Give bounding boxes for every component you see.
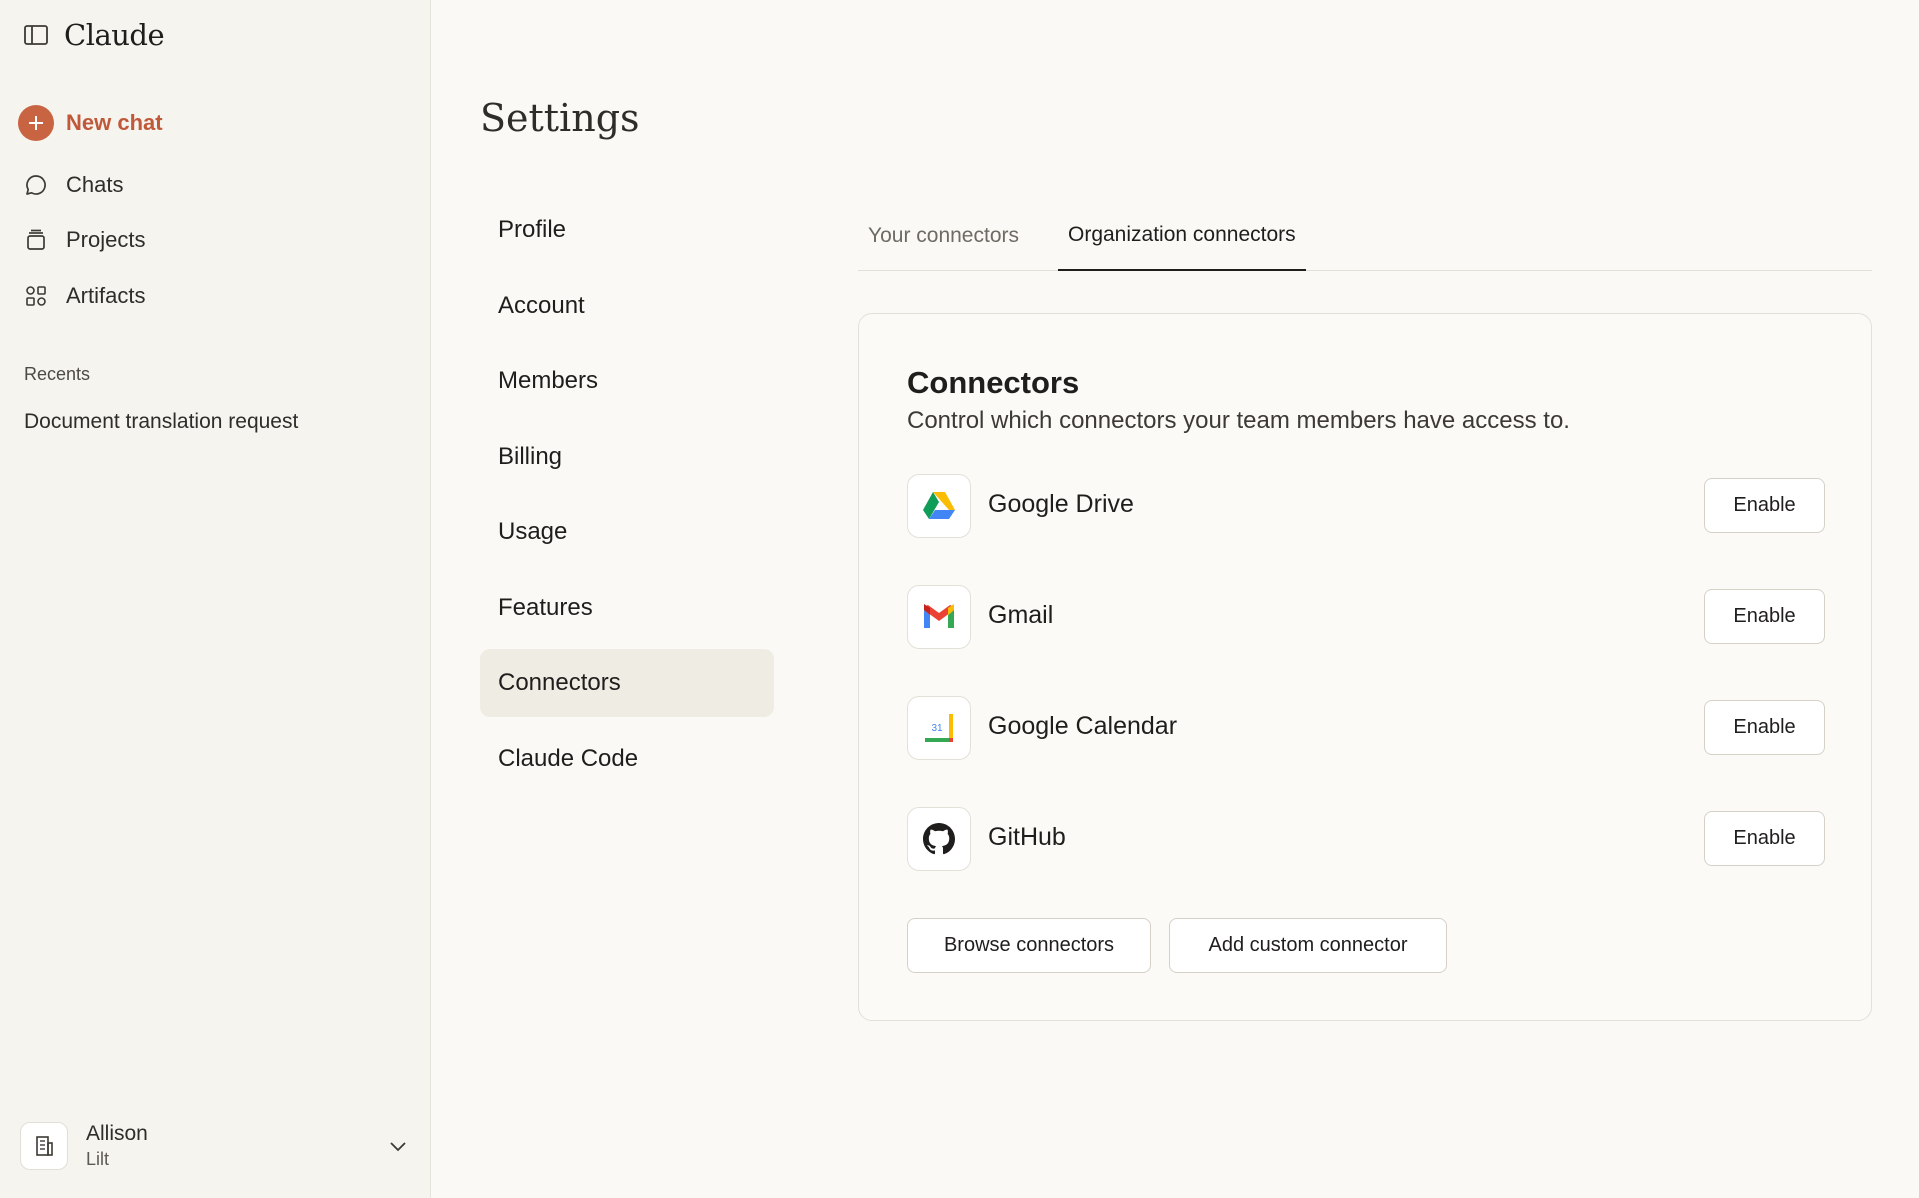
sidebar-toggle-icon[interactable] bbox=[22, 21, 50, 49]
plus-icon bbox=[18, 105, 54, 141]
enable-gmail-button[interactable]: Enable bbox=[1704, 589, 1825, 644]
connector-name: Google Drive bbox=[988, 490, 1134, 518]
sidebar-item-projects[interactable]: Projects bbox=[18, 218, 157, 262]
page-title: Settings bbox=[480, 96, 640, 140]
artifacts-shapes-icon bbox=[18, 278, 54, 314]
app-logo[interactable]: Claude bbox=[64, 18, 165, 52]
settings-nav-usage[interactable]: Usage bbox=[480, 498, 774, 566]
tab-organization-connectors[interactable]: Organization connectors bbox=[1058, 200, 1306, 271]
card-subtitle: Control which connectors your team membe… bbox=[907, 407, 1570, 434]
settings-nav-claude-code[interactable]: Claude Code bbox=[480, 725, 774, 793]
settings-nav-profile[interactable]: Profile bbox=[480, 196, 774, 264]
settings-nav: Profile Account Members Billing Usage Fe… bbox=[480, 196, 774, 800]
user-menu[interactable]: Allison Lilt bbox=[20, 1118, 410, 1174]
sidebar-item-label: Chats bbox=[66, 172, 124, 197]
add-custom-connector-button[interactable]: Add custom connector bbox=[1169, 918, 1447, 973]
new-chat-button[interactable]: New chat bbox=[18, 101, 175, 145]
google-drive-icon bbox=[907, 474, 971, 538]
user-info: Allison Lilt bbox=[86, 1122, 148, 1170]
sidebar-item-label: Projects bbox=[66, 227, 146, 252]
sidebar-item-chats[interactable]: Chats bbox=[18, 163, 135, 207]
settings-nav-members[interactable]: Members bbox=[480, 347, 774, 415]
chat-bubble-icon bbox=[18, 167, 54, 203]
settings-nav-billing[interactable]: Billing bbox=[480, 423, 774, 491]
google-calendar-icon: 31 bbox=[907, 696, 971, 760]
connector-name: Google Calendar bbox=[988, 712, 1178, 740]
gmail-icon bbox=[907, 585, 971, 649]
settings-nav-connectors[interactable]: Connectors bbox=[480, 649, 774, 717]
card-title: Connectors bbox=[907, 365, 1080, 400]
new-chat-label: New chat bbox=[66, 110, 163, 135]
calendar-date-text: 31 bbox=[931, 723, 943, 734]
organization-building-icon bbox=[20, 1122, 68, 1170]
sidebar-item-artifacts[interactable]: Artifacts bbox=[18, 274, 157, 318]
sidebar: Claude New chat Chats Projects Artifacts… bbox=[0, 0, 431, 1198]
connectors-card: Connectors Control which connectors your… bbox=[858, 313, 1872, 1021]
connector-row-google-drive: Google Drive Enable bbox=[907, 474, 1825, 538]
connector-row-gmail: Gmail Enable bbox=[907, 585, 1825, 649]
enable-github-button[interactable]: Enable bbox=[1704, 811, 1825, 866]
user-organization: Lilt bbox=[86, 1149, 110, 1169]
tab-your-connectors[interactable]: Your connectors bbox=[868, 200, 1019, 271]
github-icon bbox=[907, 807, 971, 871]
settings-nav-account[interactable]: Account bbox=[480, 272, 774, 340]
connector-tabs: Your connectors Organization connectors bbox=[858, 200, 1872, 271]
chevron-down-icon[interactable] bbox=[386, 1134, 410, 1158]
connector-name: Gmail bbox=[988, 601, 1054, 629]
browse-connectors-button[interactable]: Browse connectors bbox=[907, 918, 1151, 973]
connector-row-github: GitHub Enable bbox=[907, 807, 1825, 871]
brand-row: Claude bbox=[22, 18, 165, 52]
projects-box-icon bbox=[18, 222, 54, 258]
recent-chat-item[interactable]: Document translation request bbox=[24, 410, 298, 434]
sidebar-item-label: Artifacts bbox=[66, 283, 146, 308]
connector-name: GitHub bbox=[988, 823, 1066, 851]
recents-heading: Recents bbox=[24, 364, 91, 384]
enable-google-drive-button[interactable]: Enable bbox=[1704, 478, 1825, 533]
settings-nav-features[interactable]: Features bbox=[480, 574, 774, 642]
connector-row-google-calendar: 31 Google Calendar Enable bbox=[907, 696, 1825, 760]
enable-google-calendar-button[interactable]: Enable bbox=[1704, 700, 1825, 755]
user-name: Allison bbox=[86, 1122, 148, 1145]
